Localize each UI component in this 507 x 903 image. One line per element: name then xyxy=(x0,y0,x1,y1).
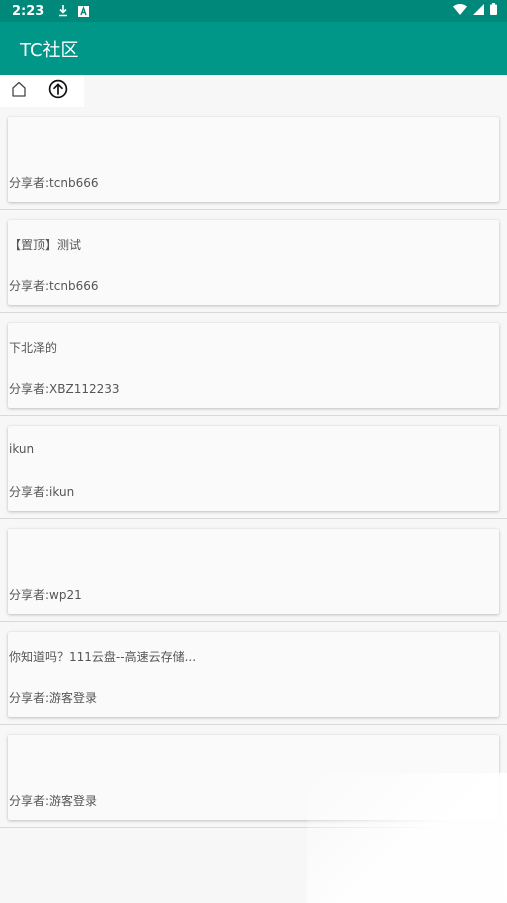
post-title: ikun xyxy=(9,442,35,456)
post-author: 分享者:游客登录 xyxy=(9,691,98,705)
list-item: 分享者:wp21 xyxy=(0,519,507,622)
post-author: 分享者:tcnb666 xyxy=(9,176,99,190)
post-title: 【置顶】测试 xyxy=(9,238,82,252)
post-title: 下北泽的 xyxy=(9,341,58,355)
post-title: 你知道吗？111云盘--高速云存储... xyxy=(9,650,197,664)
upload-button[interactable] xyxy=(38,75,78,107)
post-author: 分享者:ikun xyxy=(9,485,75,499)
list-item: 下北泽的 分享者:XBZ112233 xyxy=(0,313,507,416)
home-button[interactable] xyxy=(0,75,38,107)
download-icon xyxy=(58,5,68,17)
status-time: 2:23 xyxy=(12,3,45,19)
post-card[interactable]: 下北泽的 分享者:XBZ112233 xyxy=(8,323,499,408)
toolbar xyxy=(0,75,84,107)
app-bar: TC社区 xyxy=(0,22,507,75)
home-icon xyxy=(11,81,27,101)
post-card[interactable]: 分享者:tcnb666 xyxy=(8,117,499,202)
post-author: 分享者:XBZ112233 xyxy=(9,382,120,396)
font-a-icon xyxy=(78,5,90,17)
post-card[interactable]: ikun 分享者:ikun xyxy=(8,426,499,511)
post-author: 分享者:tcnb666 xyxy=(9,279,99,293)
post-card[interactable]: 分享者:游客登录 xyxy=(8,735,499,820)
upload-icon xyxy=(48,79,68,103)
app-title: TC社区 xyxy=(20,39,79,61)
signal-icon xyxy=(473,3,484,19)
battery-icon xyxy=(490,3,497,19)
post-list: 分享者:tcnb666 【置顶】测试 分享者:tcnb666 下北泽的 分享者:… xyxy=(0,107,507,828)
list-item: ikun 分享者:ikun xyxy=(0,416,507,519)
post-card[interactable]: 【置顶】测试 分享者:tcnb666 xyxy=(8,220,499,305)
list-item: 【置顶】测试 分享者:tcnb666 xyxy=(0,210,507,313)
list-item: 分享者:游客登录 xyxy=(0,725,507,828)
wifi-icon xyxy=(453,3,467,19)
status-bar: 2:23 xyxy=(0,0,507,22)
post-card[interactable]: 你知道吗？111云盘--高速云存储... 分享者:游客登录 xyxy=(8,632,499,717)
list-item: 你知道吗？111云盘--高速云存储... 分享者:游客登录 xyxy=(0,622,507,725)
post-author: 分享者:游客登录 xyxy=(9,794,98,808)
post-author: 分享者:wp21 xyxy=(9,588,82,602)
post-card[interactable]: 分享者:wp21 xyxy=(8,529,499,614)
list-item: 分享者:tcnb666 xyxy=(0,107,507,210)
